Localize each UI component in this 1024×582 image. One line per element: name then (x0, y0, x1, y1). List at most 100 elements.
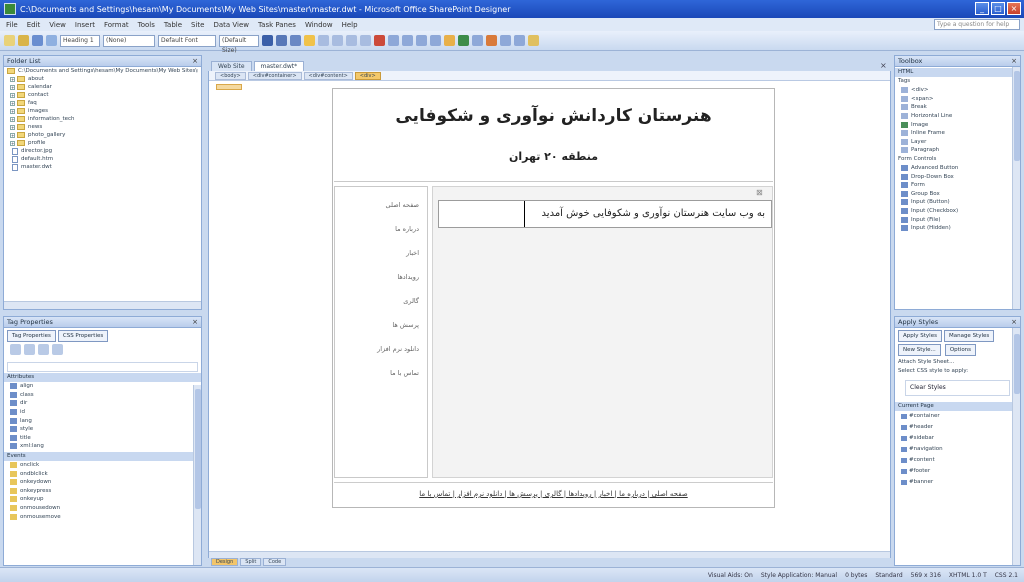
style-combo[interactable]: Heading 1 (60, 34, 100, 47)
layer-icon[interactable] (472, 35, 483, 46)
tree-folder[interactable]: + calendar (10, 83, 201, 91)
expand-icon[interactable]: + (10, 132, 15, 138)
menu-file[interactable]: File (6, 21, 18, 29)
event-row[interactable]: onclick (4, 461, 201, 470)
tree-file[interactable]: master.dwt (10, 163, 201, 171)
toolbox-section-tags[interactable]: Tags (895, 77, 1020, 86)
toolbox-item[interactable]: <span> (895, 95, 1020, 104)
expand-icon[interactable]: + (10, 124, 15, 130)
attribute-row[interactable]: title (4, 434, 201, 443)
tree-folder[interactable]: + about (10, 75, 201, 83)
breadcrumb-content[interactable]: <div#content> (303, 71, 353, 80)
tree-root[interactable]: C:\Documents and Settings\hesam\My Docum… (7, 67, 201, 75)
expand-icon[interactable]: + (10, 76, 15, 82)
content-area[interactable] (432, 186, 773, 478)
style-item[interactable]: #footer (895, 466, 1020, 477)
tab-manage-styles[interactable]: Manage Styles (943, 330, 995, 342)
nav-link-faq[interactable]: پرسش ها (392, 321, 419, 329)
menu-insert[interactable]: Insert (75, 21, 95, 29)
tab-web-site[interactable]: Web Site (211, 61, 252, 71)
toolbox-item[interactable]: Drop-Down Box (895, 172, 1020, 181)
panel-close-icon[interactable]: × (192, 56, 198, 66)
new-style-button[interactable]: New Style... (898, 344, 941, 356)
attribute-row[interactable]: lang (4, 416, 201, 425)
apply-styles-scrollbar[interactable] (1012, 328, 1020, 565)
print-icon[interactable] (46, 35, 57, 46)
panel-close-icon[interactable]: × (192, 317, 198, 327)
attach-style-sheet-link[interactable]: Attach Style Sheet... (895, 358, 1020, 367)
sort-az-icon[interactable] (24, 344, 35, 355)
maximize-button[interactable]: □ (991, 2, 1005, 15)
page-header[interactable]: هنرستان کاردانش نوآوری و شکوفایی منطقه ۲… (334, 90, 773, 182)
nav-link-events[interactable]: رویدادها (397, 273, 419, 281)
indent-icon[interactable] (416, 35, 427, 46)
size-combo[interactable]: (Default Size) (219, 34, 259, 54)
tree-folder[interactable]: + profile (10, 139, 201, 147)
scrollbar-thumb[interactable] (1014, 71, 1020, 161)
preview-icon[interactable] (500, 35, 511, 46)
toolbox-item[interactable]: Layer (895, 138, 1020, 147)
underline-icon[interactable] (290, 35, 301, 46)
document-hscroll[interactable] (209, 551, 890, 558)
toolbox-item[interactable]: Image (895, 120, 1020, 129)
help-search-input[interactable]: Type a question for help (934, 19, 1020, 30)
clear-styles-item[interactable]: Clear Styles (905, 380, 1010, 396)
tree-folder[interactable]: + contact (10, 91, 201, 99)
attribute-row[interactable]: align (4, 382, 201, 391)
style-item[interactable]: #container (895, 411, 1020, 422)
toolbox-item[interactable]: Inline Frame (895, 129, 1020, 138)
style-item[interactable]: #header (895, 422, 1020, 433)
bullets-icon[interactable] (402, 35, 413, 46)
menu-view[interactable]: View (49, 21, 66, 29)
tag-icon[interactable] (52, 344, 63, 355)
expand-icon[interactable]: + (10, 108, 15, 114)
toolbox-item[interactable]: Input (Checkbox) (895, 207, 1020, 216)
events-category[interactable]: Events (4, 451, 201, 461)
document-close-icon[interactable]: × (880, 61, 887, 70)
expand-icon[interactable]: + (10, 116, 15, 122)
event-row[interactable]: onmousemove (4, 512, 201, 521)
minimize-button[interactable]: _ (975, 2, 989, 15)
toolbox-item[interactable]: Form (895, 181, 1020, 190)
status-css[interactable]: CSS 2.1 (995, 572, 1018, 579)
status-doctype[interactable]: XHTML 1.0 T (949, 572, 987, 579)
menu-help[interactable]: Help (342, 21, 358, 29)
border-icon[interactable] (430, 35, 441, 46)
toolbox-item[interactable]: Group Box (895, 190, 1020, 199)
tag-selector[interactable] (7, 362, 198, 372)
style-item[interactable]: #content (895, 455, 1020, 466)
nav-link-about[interactable]: درباره ما (395, 225, 419, 233)
table-icon[interactable] (444, 35, 455, 46)
event-row[interactable]: onkeydown (4, 478, 201, 487)
attribute-row[interactable]: style (4, 425, 201, 434)
highlight-icon[interactable] (304, 35, 315, 46)
spelling-icon[interactable] (514, 35, 525, 46)
justify-icon[interactable] (360, 35, 371, 46)
open-icon[interactable] (18, 35, 29, 46)
toolbox-item[interactable]: Advanced Button (895, 164, 1020, 173)
toolbox-section-form-controls[interactable]: Form Controls (895, 155, 1020, 164)
panel-close-icon[interactable]: × (1011, 56, 1017, 66)
align-center-icon[interactable] (332, 35, 343, 46)
breadcrumb-body[interactable]: <body> (215, 71, 246, 80)
expand-icon[interactable]: + (10, 84, 15, 90)
toolbox-item[interactable]: Break (895, 103, 1020, 112)
bold-icon[interactable] (262, 35, 273, 46)
footer-links[interactable]: صفحه اصلی | درباره ما | اخبار | رویدادها… (334, 482, 773, 504)
welcome-text-box[interactable]: به وب سایت هنرستان نوآوری و شکوفایی خوش … (438, 200, 772, 228)
expand-icon[interactable]: + (10, 140, 15, 146)
style-item[interactable]: #navigation (895, 444, 1020, 455)
event-row[interactable]: ondblclick (4, 469, 201, 478)
menu-data-view[interactable]: Data View (213, 21, 249, 29)
options-button[interactable]: Options (944, 344, 977, 356)
toolbox-scrollbar[interactable] (1012, 67, 1020, 309)
style-item[interactable]: #sidebar (895, 433, 1020, 444)
close-button[interactable]: × (1007, 2, 1021, 15)
tree-folder[interactable]: + photo_gallery (10, 131, 201, 139)
menu-tools[interactable]: Tools (138, 21, 155, 29)
breadcrumb-div[interactable]: <div> (354, 71, 381, 80)
italic-icon[interactable] (276, 35, 287, 46)
nav-link-news[interactable]: اخبار (406, 249, 419, 257)
panel-close-icon[interactable]: × (1011, 317, 1017, 327)
tab-split[interactable]: Split (240, 558, 262, 566)
